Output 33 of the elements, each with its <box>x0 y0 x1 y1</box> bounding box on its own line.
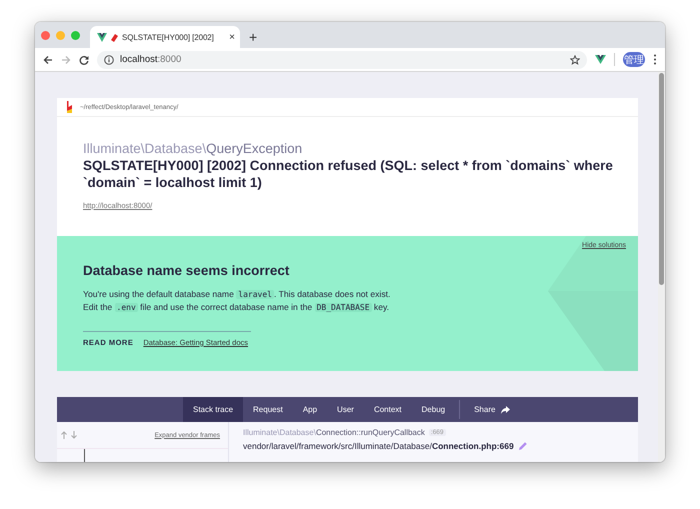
v-logo-icon[interactable] <box>595 55 606 64</box>
close-tab-button[interactable]: × <box>229 32 235 42</box>
tab-title: SQLSTATE[HY000] [2002] <box>122 32 215 42</box>
menu-icon[interactable] <box>653 54 657 65</box>
star-icon[interactable] <box>570 54 580 64</box>
reload-icon[interactable] <box>79 54 89 64</box>
back-icon[interactable] <box>43 54 53 64</box>
solution-text: You're using the default database name laravel . This database does not exist. <box>83 288 392 301</box>
browser-tab[interactable]: SQLSTATE[HY000] [2002] × <box>90 26 240 48</box>
flame-logo-icon <box>66 101 73 113</box>
url-text: localhost:8000 <box>120 54 182 65</box>
error-message: SQLSTATE[HY000] [2002] Connection refused (SQL: select * from `domains` where `domain` = localhost limit 1) <box>83 157 614 191</box>
nav-tab[interactable]: User <box>327 397 364 422</box>
share-icon <box>501 406 510 414</box>
scrollbar[interactable] <box>658 72 665 462</box>
nav-tab[interactable]: Request <box>243 397 293 422</box>
nav-tab[interactable]: Context <box>364 397 412 422</box>
pencil-icon[interactable] <box>518 442 527 450</box>
nav-tab[interactable]: Debug <box>412 397 456 422</box>
v-logo-icon <box>97 32 107 42</box>
profile-avatar[interactable]: 管理 <box>623 52 645 67</box>
solution-text: Edit the .env file and use the correct database name in the DB_DATABASE key. <box>83 300 390 314</box>
new-tab-button[interactable]: + <box>249 29 258 45</box>
nav-tab[interactable]: Stack trace <box>183 397 244 422</box>
exception-class: Illuminate\Database\QueryException <box>83 141 304 156</box>
frame-method: Illuminate\Database\Connection::runQueryCallback <box>243 428 425 437</box>
file-path: vendor/laravel/framework/src/Illuminate/Database/Connection.php:669 <box>243 441 514 451</box>
nav-tab[interactable]: App <box>292 397 328 422</box>
sort-arrows-icon[interactable] <box>61 431 78 439</box>
solution-title: Database name seems incorrect <box>83 262 290 278</box>
info-icon <box>104 54 114 64</box>
share-button[interactable]: Share <box>464 397 520 422</box>
address-bar[interactable]: localhost:8000 <box>97 50 587 68</box>
